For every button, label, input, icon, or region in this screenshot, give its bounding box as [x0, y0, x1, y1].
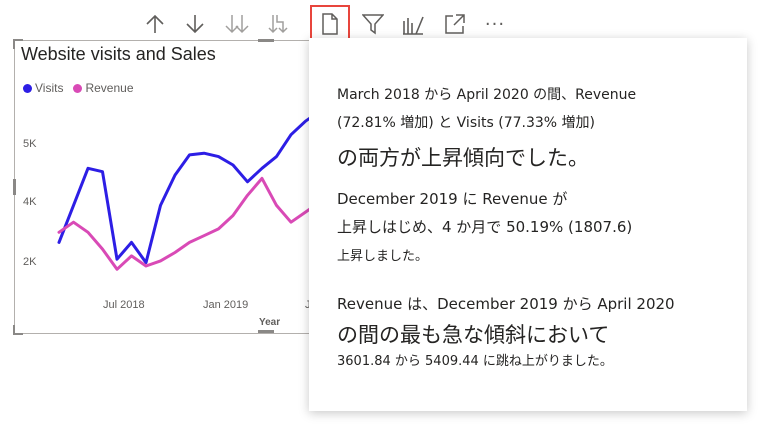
insight-p1-line3: の両方が上昇傾向でした。: [337, 146, 589, 170]
resize-corner-top-left[interactable]: [13, 39, 23, 49]
filter-button[interactable]: [358, 10, 388, 38]
drill-down-button[interactable]: [180, 10, 210, 38]
double-arrow-down-icon: [225, 15, 249, 34]
more-options-icon: ···: [484, 13, 506, 35]
insight-p1-line1: March 2018 から April 2020 の間、Revenue: [337, 87, 637, 103]
x-tick-label: Jan 2019: [203, 299, 248, 311]
focus-mode-button[interactable]: [440, 10, 470, 38]
more-options-button[interactable]: ···: [480, 10, 510, 38]
series-line-revenue[interactable]: [57, 176, 313, 271]
filter-icon: [362, 14, 384, 35]
insight-p2-line1: December 2019 に Revenue が: [337, 190, 568, 208]
spotlight-button[interactable]: [398, 10, 428, 38]
insight-p1-line2: (72.81% 増加) と Visits (77.33% 増加): [337, 115, 595, 131]
expand-next-level-button[interactable]: [222, 10, 252, 38]
x-tick-label: Jul 2018: [103, 299, 145, 311]
arrow-up-icon: [146, 14, 164, 33]
resize-handle-top[interactable]: [258, 39, 274, 42]
line-chart-plot: 2K4K5KJul 2018 Jan 2019 JYear: [23, 111, 313, 328]
arrow-down-icon: [186, 15, 204, 34]
resize-handle-left[interactable]: [13, 179, 16, 195]
expand-all-button[interactable]: [262, 10, 292, 38]
series-line-visits[interactable]: [57, 111, 313, 265]
insight-p3-line3: 3601.84 から 5409.44 に跳ね上がりました。: [337, 354, 613, 369]
insight-p2-line2: 上昇しはじめ、4 か月で 50.19% (1807.6): [337, 218, 633, 236]
line-chart-visual[interactable]: Website visits and Sales Visits Revenue …: [13, 39, 314, 335]
x-axis-title: Year: [259, 317, 280, 328]
insight-page-icon: [322, 13, 338, 35]
spotlight-icon: [403, 16, 424, 35]
insight-p2-line3: 上昇しました。: [337, 249, 429, 264]
resize-corner-bottom-left[interactable]: [13, 325, 23, 335]
insight-button[interactable]: [310, 5, 350, 43]
y-tick-label: 5K: [23, 138, 37, 150]
y-tick-label: 2K: [23, 256, 37, 268]
resize-handle-bottom[interactable]: [258, 330, 274, 333]
drill-up-button[interactable]: [140, 10, 170, 38]
insight-p3-line1: Revenue は、December 2019 から April 2020: [337, 295, 675, 313]
insight-panel: March 2018 から April 2020 の間、Revenue (72.…: [309, 38, 747, 411]
y-tick-label: 4K: [23, 196, 37, 208]
expand-hierarchy-icon: [268, 15, 288, 34]
insight-p3-line2: の間の最も急な傾斜において: [337, 323, 610, 347]
focus-mode-icon: [445, 14, 465, 34]
